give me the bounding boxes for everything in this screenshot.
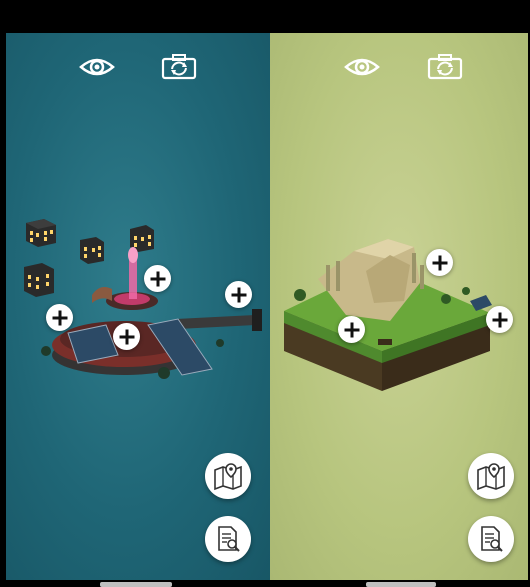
camera-rotate-icon[interactable]	[426, 52, 464, 82]
map-button[interactable]	[468, 453, 514, 499]
home-indicator[interactable]	[366, 582, 436, 587]
add-button[interactable]	[426, 249, 453, 276]
floating-building	[80, 237, 104, 264]
document-search-button[interactable]	[468, 516, 514, 562]
map-pin-icon	[477, 463, 505, 491]
add-button[interactable]	[113, 323, 140, 350]
bottom-bar	[0, 580, 530, 587]
add-button[interactable]	[486, 306, 513, 333]
add-button[interactable]	[338, 316, 365, 343]
add-button[interactable]	[46, 304, 73, 331]
document-search-button[interactable]	[205, 516, 251, 562]
map-button[interactable]	[205, 453, 251, 499]
add-button[interactable]	[144, 265, 171, 292]
floating-building	[24, 263, 54, 297]
document-search-icon	[218, 526, 240, 552]
home-indicator[interactable]	[100, 582, 172, 587]
camera-rotate-icon[interactable]	[160, 52, 198, 82]
eye-icon[interactable]	[78, 52, 116, 82]
floating-building	[26, 219, 56, 247]
document-search-icon	[481, 526, 503, 552]
top-status-bar	[0, 0, 530, 33]
left-game-panel[interactable]	[6, 33, 270, 580]
map-pin-icon	[214, 463, 242, 491]
right-game-panel[interactable]	[270, 33, 528, 580]
eye-icon[interactable]	[343, 52, 381, 82]
add-button[interactable]	[225, 281, 252, 308]
